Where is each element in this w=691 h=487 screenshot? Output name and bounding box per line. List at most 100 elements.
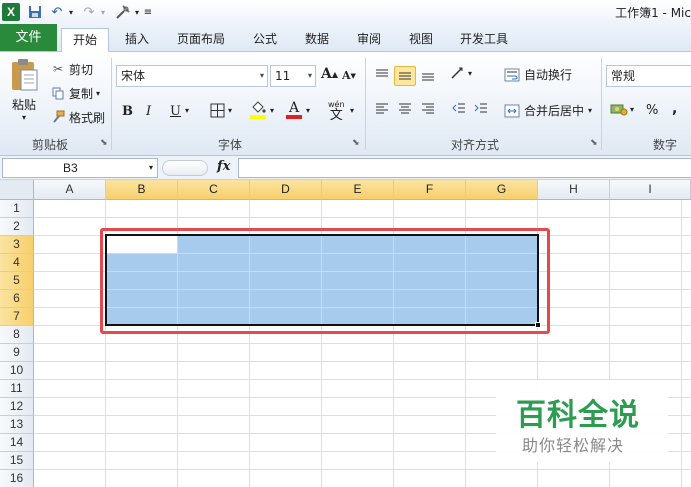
formula-bar-splitter[interactable] bbox=[162, 160, 208, 176]
column-header[interactable]: H bbox=[538, 180, 610, 200]
underline-dropdown-icon[interactable]: ▾ bbox=[185, 106, 189, 115]
format-painter-button[interactable]: 格式刷 bbox=[50, 108, 105, 126]
row-header[interactable]: 14 bbox=[0, 434, 34, 452]
row-header[interactable]: 10 bbox=[0, 362, 34, 380]
font-group-label: 字体 bbox=[217, 138, 242, 152]
undo-icon[interactable]: ↶ bbox=[48, 2, 66, 22]
number-format-combo[interactable]: 常规 bbox=[606, 65, 691, 87]
fill-dropdown-icon[interactable]: ▾ bbox=[270, 106, 274, 115]
group-divider bbox=[601, 58, 602, 150]
tab-home[interactable]: 开始 bbox=[61, 28, 109, 52]
fill-bucket-icon bbox=[252, 101, 266, 113]
merge-cells-icon bbox=[504, 104, 520, 117]
row-header[interactable]: 15 bbox=[0, 452, 34, 470]
column-header[interactable]: A bbox=[34, 180, 106, 200]
chevron-down-icon: ▾ bbox=[588, 106, 593, 115]
row-header[interactable]: 8 bbox=[0, 326, 34, 344]
worksheet-grid[interactable]: A B C D E F G H I 1 2 3 4 5 6 7 8 9 10 11 12 13 14 15 16 百科全说 助你轻松… bbox=[0, 180, 691, 487]
row-header[interactable]: 4 bbox=[0, 254, 34, 272]
excel-logo-icon[interactable]: X bbox=[2, 3, 20, 21]
row-header[interactable]: 9 bbox=[0, 344, 34, 362]
fill-color-button[interactable] bbox=[250, 101, 266, 119]
select-all-button[interactable] bbox=[0, 180, 34, 200]
comma-style-button[interactable]: , bbox=[672, 101, 677, 117]
bold-button[interactable]: B bbox=[122, 104, 133, 119]
column-header[interactable]: E bbox=[322, 180, 394, 200]
tab-insert[interactable]: 插入 bbox=[114, 28, 160, 52]
cut-button[interactable]: ✂ 剪切 bbox=[50, 60, 93, 78]
row-header[interactable]: 16 bbox=[0, 470, 34, 487]
orientation-button[interactable]: ▾ bbox=[450, 66, 472, 80]
italic-button[interactable]: I bbox=[146, 104, 151, 119]
font-size-combo[interactable]: 11 ▾ bbox=[270, 65, 316, 87]
tab-page-layout[interactable]: 页面布局 bbox=[168, 28, 234, 52]
tab-data[interactable]: 数据 bbox=[294, 28, 340, 52]
column-header[interactable]: C bbox=[178, 180, 250, 200]
align-bottom-button[interactable] bbox=[419, 66, 437, 84]
tab-file[interactable]: 文件 bbox=[0, 24, 57, 51]
shrink-font-icon[interactable]: A ▼ bbox=[342, 69, 356, 82]
row-header[interactable]: 5 bbox=[0, 272, 34, 290]
underline-button[interactable]: U bbox=[170, 104, 181, 119]
phonetic-dropdown-icon[interactable]: ▾ bbox=[350, 106, 354, 115]
format-painter-label: 格式刷 bbox=[69, 110, 106, 125]
chevron-down-icon: ▾ bbox=[259, 71, 264, 80]
clipboard-launcher-icon[interactable]: ⬊ bbox=[100, 138, 108, 148]
decrease-indent-button[interactable] bbox=[450, 102, 468, 114]
copy-button[interactable]: 复制 ▾ bbox=[50, 84, 100, 102]
align-middle-button[interactable] bbox=[394, 66, 416, 86]
grow-font-icon[interactable]: A ▲ bbox=[321, 66, 338, 82]
accounting-format-button[interactable]: ▾ bbox=[610, 102, 634, 116]
column-header[interactable]: D bbox=[250, 180, 322, 200]
row-header[interactable]: 13 bbox=[0, 416, 34, 434]
chevron-down-icon: ▾ bbox=[630, 104, 635, 114]
row-header[interactable]: 11 bbox=[0, 380, 34, 398]
row-header[interactable]: 6 bbox=[0, 290, 34, 308]
column-header[interactable]: I bbox=[610, 180, 691, 200]
row-header[interactable]: 2 bbox=[0, 218, 34, 236]
redo-icon[interactable]: ↷ bbox=[80, 2, 98, 22]
paste-dropdown-icon: ▾ bbox=[21, 113, 26, 122]
alignment-launcher-icon[interactable]: ⬊ bbox=[590, 138, 598, 148]
align-top-button[interactable] bbox=[373, 66, 391, 84]
redo-dropdown-icon[interactable]: ▾ bbox=[98, 2, 108, 22]
customize-toolbar-icon[interactable]: ≡ bbox=[142, 2, 154, 22]
copy-icon bbox=[50, 87, 66, 100]
tools-dropdown-icon[interactable]: ▾ bbox=[132, 2, 142, 22]
align-center-button[interactable] bbox=[396, 102, 414, 114]
row-header[interactable]: 7 bbox=[0, 308, 34, 326]
tab-formulas[interactable]: 公式 bbox=[242, 28, 288, 52]
formula-input[interactable] bbox=[238, 158, 691, 178]
row-header[interactable]: 12 bbox=[0, 398, 34, 416]
align-middle-icon bbox=[399, 72, 411, 80]
save-icon[interactable] bbox=[26, 2, 44, 22]
paste-button[interactable]: 粘贴 ▾ bbox=[6, 58, 42, 132]
column-header[interactable]: B bbox=[106, 180, 178, 200]
font-color-button[interactable]: A bbox=[286, 101, 302, 119]
tab-developer[interactable]: 开发工具 bbox=[452, 28, 516, 52]
name-box-value: B3 bbox=[63, 161, 78, 175]
undo-dropdown-icon[interactable]: ▾ bbox=[66, 2, 76, 22]
increase-indent-button[interactable] bbox=[472, 102, 490, 114]
align-right-button[interactable] bbox=[419, 102, 437, 114]
tab-view[interactable]: 视图 bbox=[398, 28, 444, 52]
merge-center-button[interactable]: 合并后居中 ▾ bbox=[504, 102, 592, 119]
cut-label: 剪切 bbox=[69, 62, 94, 77]
phonetic-button[interactable]: wén 文 bbox=[328, 100, 345, 123]
borders-button[interactable]: ▾ bbox=[210, 103, 232, 118]
row-header[interactable]: 1 bbox=[0, 200, 34, 218]
font-launcher-icon[interactable]: ⬊ bbox=[352, 138, 360, 148]
font-color-dropdown-icon[interactable]: ▾ bbox=[306, 106, 310, 115]
window-title: 工作簿1 - Mic bbox=[615, 6, 691, 20]
column-header[interactable]: G bbox=[466, 180, 538, 200]
tab-review[interactable]: 审阅 bbox=[346, 28, 392, 52]
column-header[interactable]: F bbox=[394, 180, 466, 200]
row-header[interactable]: 3 bbox=[0, 236, 34, 254]
font-name-combo[interactable]: 宋体 ▾ bbox=[116, 65, 268, 87]
align-left-button[interactable] bbox=[373, 102, 391, 114]
tools-icon[interactable] bbox=[114, 2, 132, 22]
wrap-text-button[interactable]: 自动换行 bbox=[504, 66, 572, 83]
insert-function-icon[interactable]: fx bbox=[217, 159, 230, 174]
name-box[interactable]: B3 ▾ bbox=[2, 158, 158, 178]
percent-button[interactable]: % bbox=[646, 103, 658, 118]
